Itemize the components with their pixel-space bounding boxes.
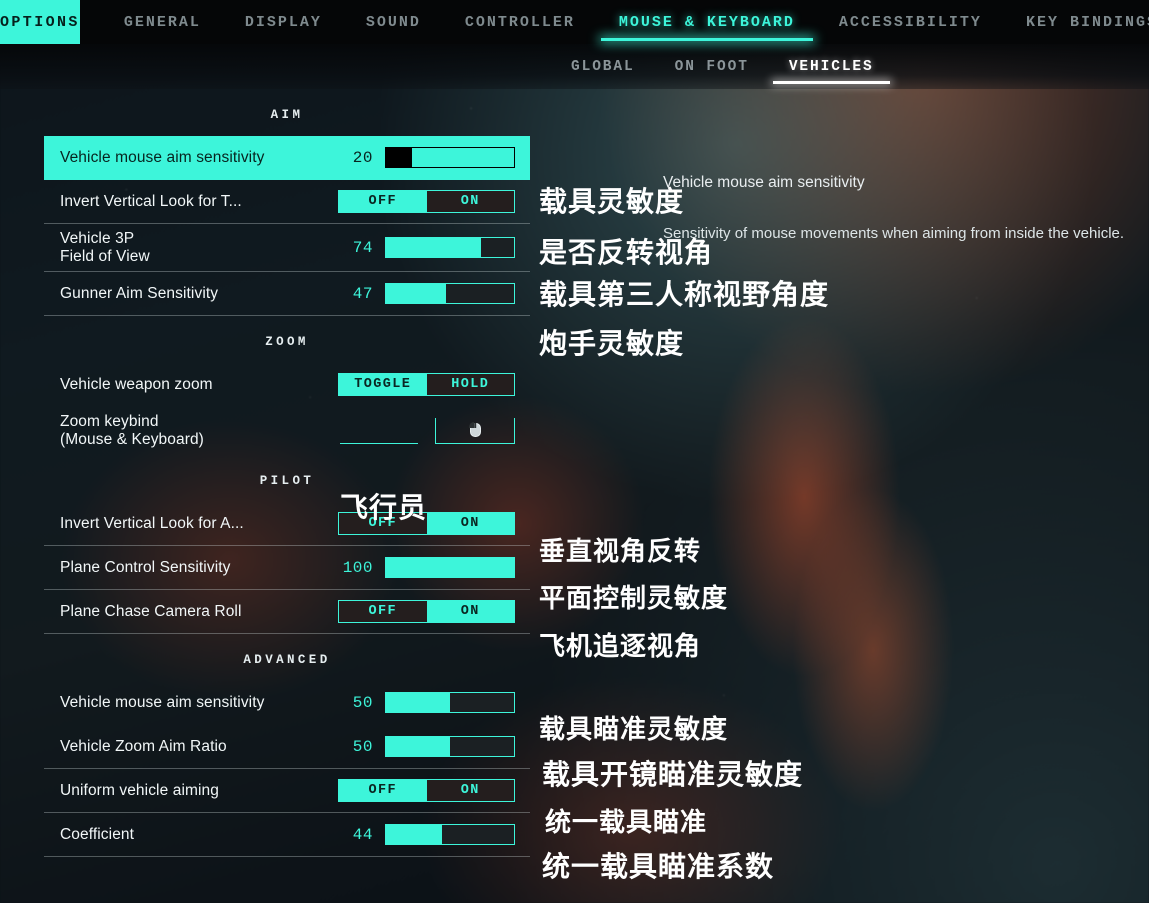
row-label: Gunner Aim Sensitivity — [60, 284, 219, 302]
row-coefficient[interactable]: Coefficient 44 — [44, 813, 530, 857]
row-label: Uniform vehicle aiming — [60, 781, 219, 799]
tab-general[interactable]: GENERAL — [102, 0, 223, 44]
toggle-vehicle-weapon-zoom[interactable]: TOGGLE HOLD — [338, 373, 515, 396]
row-uniform-vehicle-aiming[interactable]: Uniform vehicle aiming OFF ON — [44, 769, 530, 813]
tab-controller[interactable]: CONTROLLER — [443, 0, 597, 44]
row-vehicle-weapon-zoom[interactable]: Vehicle weapon zoom TOGGLE HOLD — [44, 363, 530, 407]
tab-mouse-and-keyboard[interactable]: MOUSE & KEYBOARD — [597, 0, 817, 44]
toggle-option-off[interactable]: OFF — [339, 780, 427, 801]
slider-fill — [386, 558, 514, 577]
row-label: Vehicle mouse aim sensitivity — [60, 693, 265, 711]
keybind-slots — [340, 417, 515, 444]
row-label: Zoom keybind (Mouse & Keyboard) — [60, 412, 204, 448]
slider-vehicle-zoom-aim-ratio[interactable] — [385, 736, 515, 757]
row-label: Vehicle mouse aim sensitivity — [60, 148, 265, 166]
row-vehicle-mouse-aim-sensitivity[interactable]: Vehicle mouse aim sensitivity 20 — [44, 136, 530, 180]
annotation-plane-chase-view: 飞机追逐视角 — [539, 632, 702, 662]
slider-plane-control-sensitivity[interactable] — [385, 557, 515, 578]
toggle-invert-vertical-look-turret[interactable]: OFF ON — [338, 190, 515, 213]
slider-fill — [386, 825, 443, 844]
tooltip-body: Sensitivity of mouse movements when aimi… — [663, 225, 1125, 242]
keybind-empty-slot[interactable] — [340, 418, 418, 444]
toggle-option-toggle[interactable]: TOGGLE — [339, 374, 427, 395]
row-zoom-keybind[interactable]: Zoom keybind (Mouse & Keyboard) — [44, 407, 530, 455]
row-value: 20 — [352, 148, 373, 167]
toggle-option-off[interactable]: OFF — [339, 191, 427, 212]
slider-gunner-aim-sensitivity[interactable] — [385, 283, 515, 304]
row-invert-vertical-look-aircraft[interactable]: Invert Vertical Look for A... OFF ON — [44, 502, 530, 546]
slider-fill — [386, 238, 481, 257]
section-header-aim: AIM — [270, 108, 304, 122]
section-header-zoom: ZOOM — [265, 335, 309, 349]
toggle-option-hold[interactable]: HOLD — [426, 374, 514, 395]
row-value: 74 — [352, 238, 373, 257]
row-label: Vehicle weapon zoom — [60, 375, 213, 393]
row-vehicle-3p-field-of-view[interactable]: Vehicle 3P Field of View 74 — [44, 224, 530, 272]
row-label: Plane Chase Camera Roll — [60, 602, 242, 620]
toggle-option-on[interactable]: ON — [426, 191, 514, 212]
toggle-option-on[interactable]: ON — [426, 780, 514, 801]
row-value: 50 — [352, 737, 373, 756]
tab-sound[interactable]: SOUND — [344, 0, 443, 44]
toggle-option-on[interactable]: ON — [426, 601, 514, 622]
section-header-pilot: PILOT — [259, 474, 315, 488]
keybind-assigned-slot[interactable] — [435, 417, 515, 444]
slider-vehicle-3p-field-of-view[interactable] — [385, 237, 515, 258]
subtab-vehicles[interactable]: VEHICLES — [769, 59, 894, 84]
row-vehicle-zoom-aim-ratio[interactable]: Vehicle Zoom Aim Ratio 50 — [44, 725, 530, 769]
row-value: 100 — [342, 558, 373, 577]
annotation-vehicle-aim-sensitivity: 载具瞄准灵敏度 — [539, 715, 729, 745]
annotation-uniform-vehicle-aiming: 统一载具瞄准 — [545, 808, 708, 838]
annotation-vertical-invert: 垂直视角反转 — [539, 537, 702, 567]
row-advanced-vehicle-mouse-aim-sensitivity[interactable]: Vehicle mouse aim sensitivity 50 — [44, 681, 530, 725]
main-tab-list: GENERAL DISPLAY SOUND CONTROLLER MOUSE &… — [80, 0, 1149, 44]
tab-display[interactable]: DISPLAY — [223, 0, 344, 44]
slider-advanced-vehicle-mouse-aim-sensitivity[interactable] — [385, 692, 515, 713]
row-label: Plane Control Sensitivity — [60, 558, 231, 576]
sub-tab-bar: GLOBAL ON FOOT VEHICLES — [0, 44, 1149, 89]
annotation-uniform-vehicle-aiming-coefficient: 统一载具瞄准系数 — [542, 850, 775, 883]
subtab-on-foot[interactable]: ON FOOT — [655, 59, 769, 75]
tab-key-bindings[interactable]: KEY BINDINGS — [1004, 0, 1149, 44]
toggle-option-off[interactable]: OFF — [339, 601, 427, 622]
row-value: 50 — [352, 693, 373, 712]
row-plane-chase-camera-roll[interactable]: Plane Chase Camera Roll OFF ON — [44, 590, 530, 634]
sub-tab-list: GLOBAL ON FOOT VEHICLES — [551, 44, 894, 89]
annotation-vehicle-sensitivity: 载具灵敏度 — [539, 185, 685, 218]
annotation-plane-control-sensitivity: 平面控制灵敏度 — [539, 584, 729, 614]
row-label: Vehicle 3P Field of View — [60, 229, 150, 265]
slider-vehicle-mouse-aim-sensitivity[interactable] — [385, 147, 515, 168]
subtab-global[interactable]: GLOBAL — [551, 59, 655, 75]
slider-fill — [386, 737, 450, 756]
section-header-advanced: ADVANCED — [243, 653, 331, 667]
tooltip-panel: Vehicle mouse aim sensitivity Sensitivit… — [663, 174, 1133, 245]
annotation-invert-view: 是否反转视角 — [539, 236, 714, 269]
settings-panel: AIM Vehicle mouse aim sensitivity 20 Inv… — [44, 89, 530, 857]
toggle-option-on[interactable]: ON — [426, 513, 514, 534]
tooltip-title: Vehicle mouse aim sensitivity — [663, 174, 865, 191]
annotation-vehicle-zoom-aim-sensitivity: 载具开镜瞄准灵敏度 — [542, 758, 804, 791]
row-gunner-aim-sensitivity[interactable]: Gunner Aim Sensitivity 47 — [44, 272, 530, 316]
row-value: 47 — [352, 284, 373, 303]
slider-fill — [386, 284, 447, 303]
tab-accessibility[interactable]: ACCESSIBILITY — [817, 0, 1004, 44]
row-plane-control-sensitivity[interactable]: Plane Control Sensitivity 100 — [44, 546, 530, 590]
slider-coefficient[interactable] — [385, 824, 515, 845]
slider-fill — [386, 148, 412, 167]
row-label: Coefficient — [60, 825, 135, 843]
row-value: 44 — [352, 825, 373, 844]
toggle-plane-chase-camera-roll[interactable]: OFF ON — [338, 600, 515, 623]
annotation-pilot: 飞行员 — [340, 491, 428, 524]
options-button[interactable]: OPTIONS — [0, 0, 80, 44]
annotation-gunner-sensitivity: 炮手灵敏度 — [539, 327, 685, 360]
row-invert-vertical-look-turret[interactable]: Invert Vertical Look for T... OFF ON — [44, 180, 530, 224]
row-label: Invert Vertical Look for A... — [60, 514, 244, 532]
row-label: Vehicle Zoom Aim Ratio — [60, 737, 227, 755]
top-navigation-bar: OPTIONS GENERAL DISPLAY SOUND CONTROLLER… — [0, 0, 1149, 44]
toggle-uniform-vehicle-aiming[interactable]: OFF ON — [338, 779, 515, 802]
slider-fill — [386, 693, 450, 712]
mouse-icon — [468, 422, 481, 437]
row-label: Invert Vertical Look for T... — [60, 192, 242, 210]
annotation-third-person-fov: 载具第三人称视野角度 — [539, 278, 830, 311]
